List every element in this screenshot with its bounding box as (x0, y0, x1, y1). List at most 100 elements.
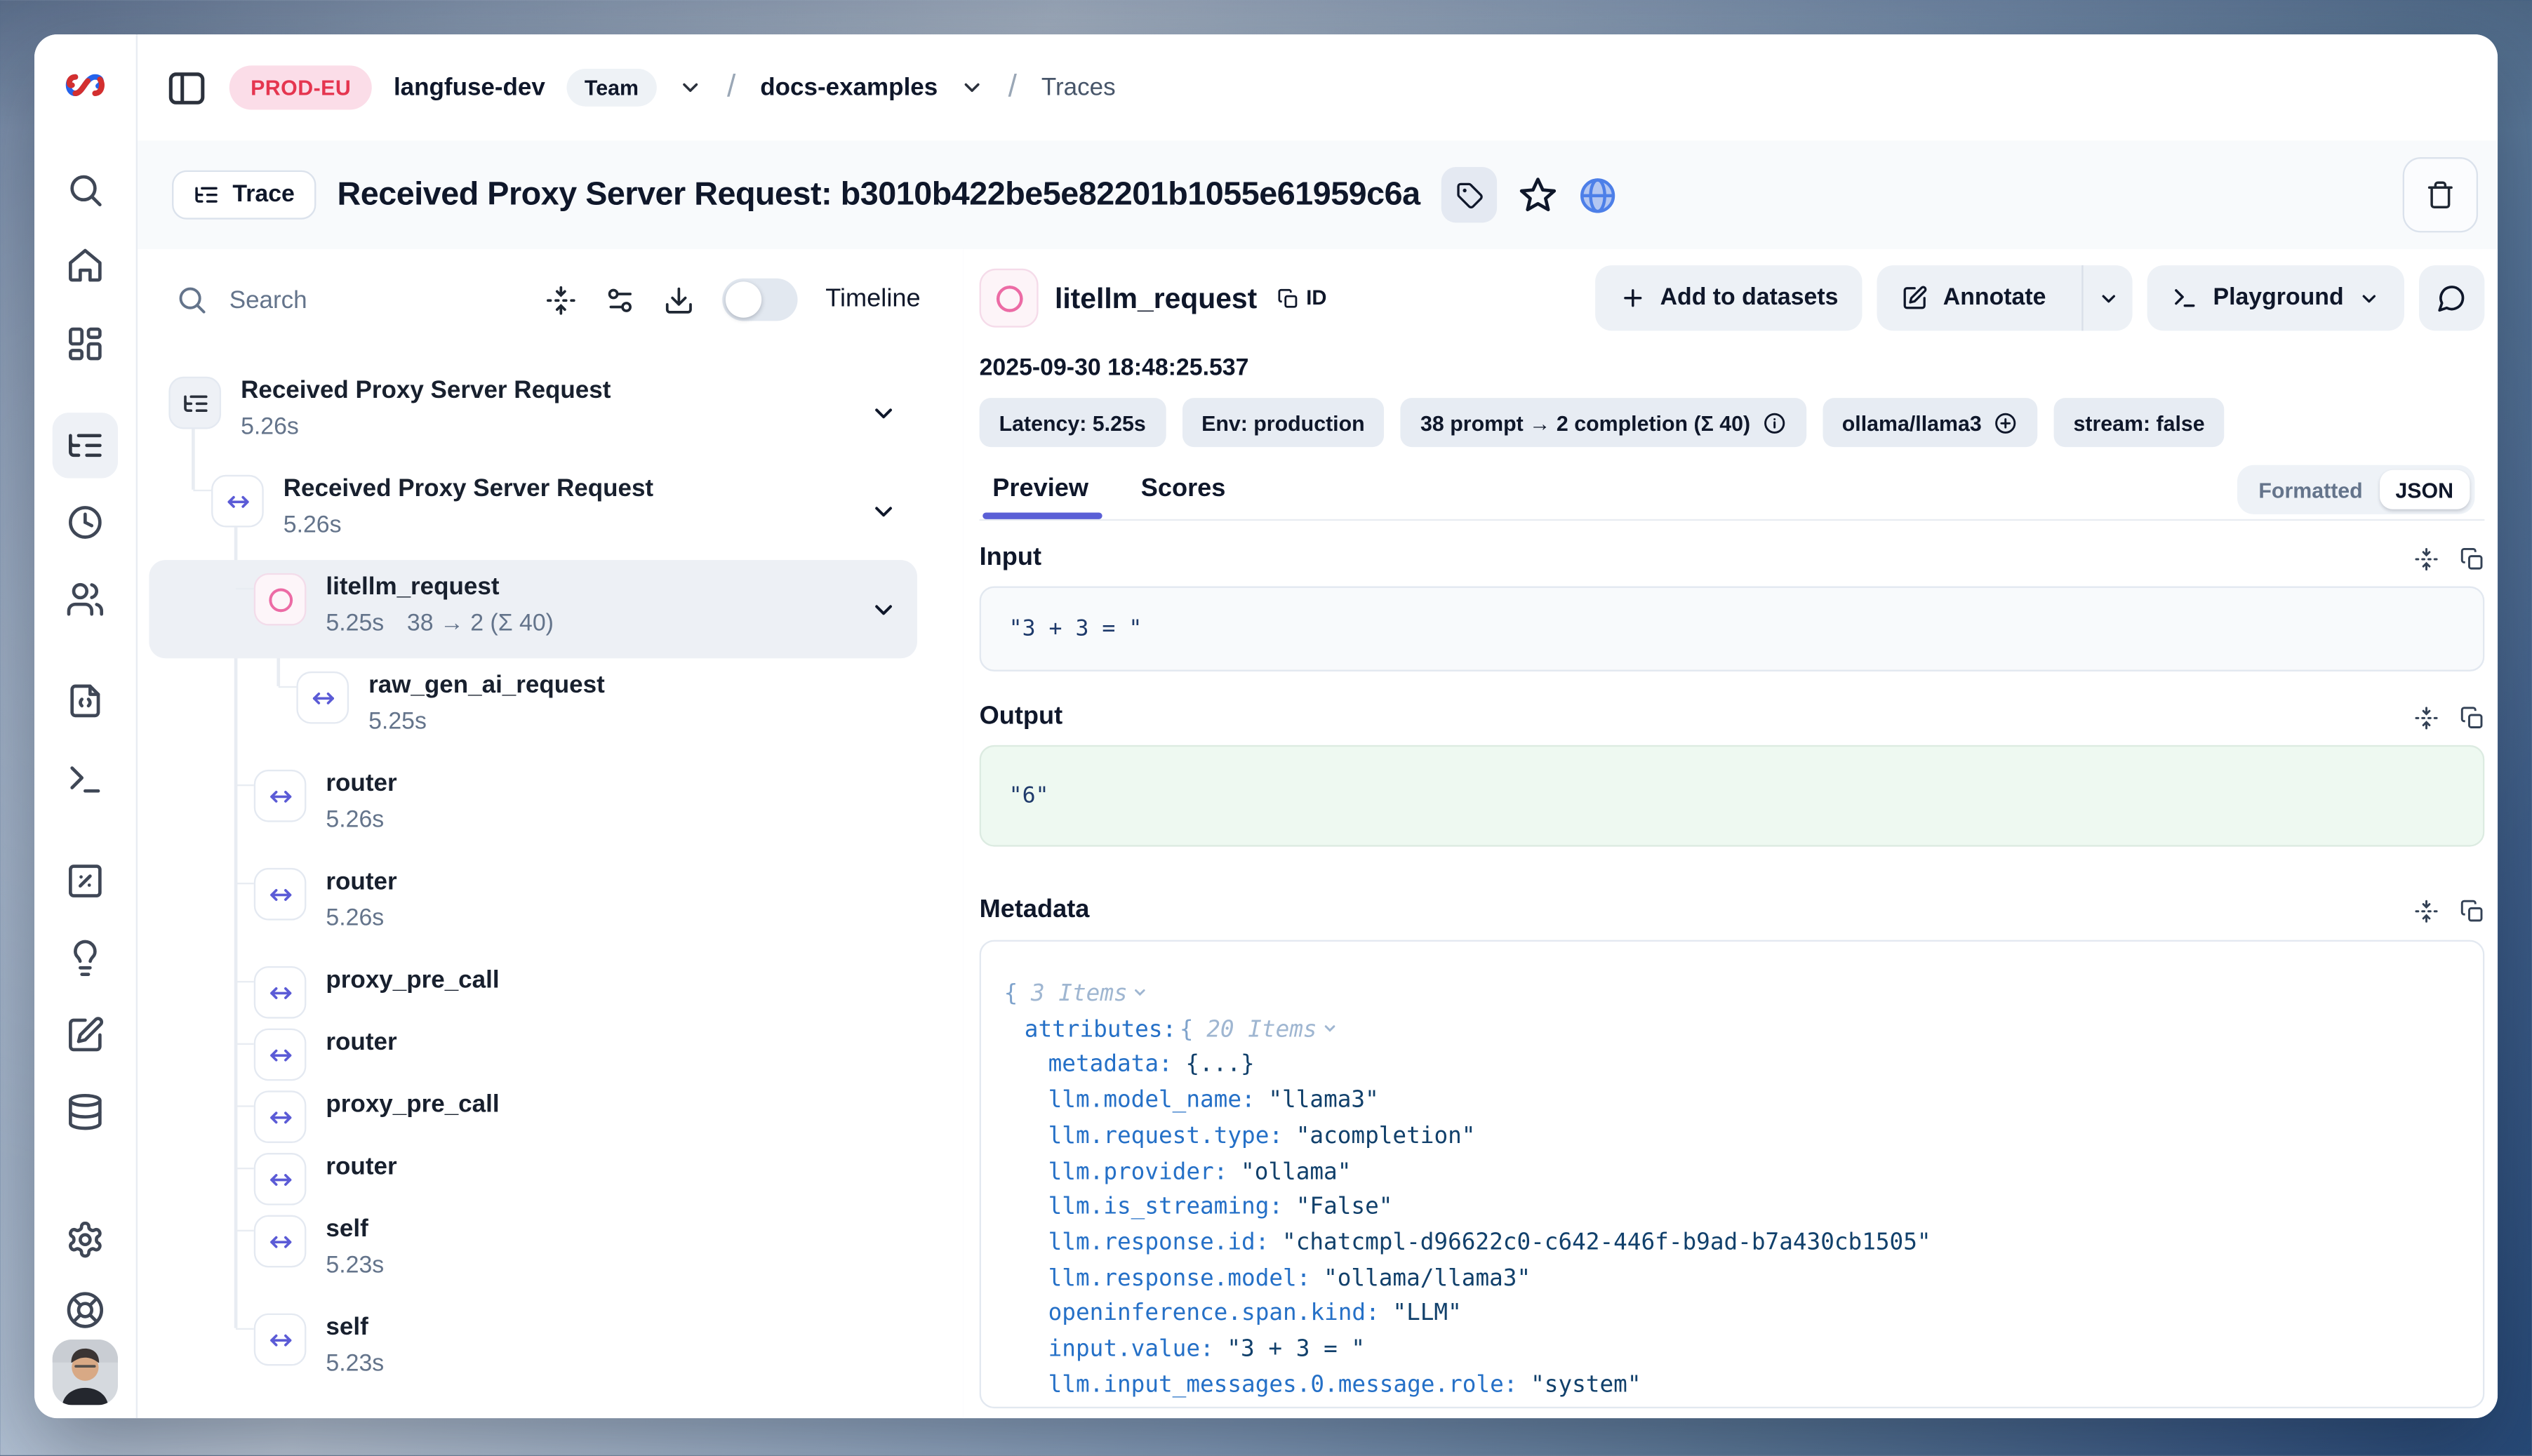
project-name[interactable]: docs-examples (760, 74, 938, 102)
project-switcher-chevron-icon[interactable] (959, 75, 984, 100)
timeline-label: Timeline (825, 285, 920, 314)
chevron-down-icon[interactable] (869, 497, 898, 526)
tree-row-span[interactable]: router5.26s (149, 855, 917, 953)
app-window: PROD-EU langfuse-dev Team / docs-example… (34, 34, 2498, 1418)
tree-row-duration: 5.23s (326, 1248, 384, 1283)
collapse-all-button[interactable] (545, 284, 576, 315)
tab-scores[interactable]: Scores (1141, 460, 1226, 519)
breadcrumb-section[interactable]: Traces (1041, 74, 1116, 102)
tree-row-title: self (326, 1314, 368, 1342)
copy-icon (1277, 288, 1298, 309)
copy-icon[interactable] (2460, 705, 2484, 730)
settings-nav-icon[interactable] (65, 1220, 105, 1260)
annotate-button[interactable]: Annotate (1877, 265, 2067, 330)
comments-button[interactable] (2419, 265, 2484, 330)
lightbulb-nav-icon[interactable] (65, 938, 105, 977)
annotate-split-button: Annotate (1877, 265, 2133, 330)
playground-button[interactable]: Playground (2147, 265, 2404, 330)
tree-row-span[interactable]: router5.26s (149, 756, 917, 855)
chevron-down-icon (2098, 288, 2119, 309)
org-switcher-chevron-icon[interactable] (678, 75, 702, 100)
delete-trace-button[interactable] (2403, 157, 2478, 232)
fold-vertical-icon[interactable] (2414, 898, 2439, 923)
tab-preview[interactable]: Preview (992, 460, 1088, 519)
model-badge[interactable]: ollama/llama3 (1823, 398, 2037, 447)
tracing-nav-icon-active[interactable] (53, 413, 118, 478)
input-value: "3 + 3 = " (980, 587, 2485, 672)
chevron-down-icon[interactable] (869, 399, 898, 427)
annotate-dropdown-button[interactable] (2082, 265, 2133, 330)
star-icon (1519, 175, 1558, 215)
tree-row-span[interactable]: router (149, 1015, 917, 1078)
message-bubble-icon (2437, 283, 2467, 313)
observation-timestamp: 2025-09-30 18:48:25.537 (980, 355, 2485, 381)
tree-row-generation-selected[interactable]: litellm_request5.25s38 → 2 (Σ 40) (149, 560, 917, 658)
breadcrumb-separator: / (727, 69, 735, 105)
playground-nav-icon[interactable] (65, 760, 105, 799)
langfuse-logo-icon (60, 60, 109, 109)
public-share-globe-icon[interactable] (1579, 176, 1617, 214)
tags-button[interactable] (1441, 167, 1497, 222)
json-line: llm.provider:"ollama" (1001, 1156, 2463, 1191)
prompts-nav-icon[interactable] (65, 681, 105, 721)
detail-header: litellm_request ID Add to datasets (963, 249, 2498, 521)
breadcrumb-separator: / (1008, 69, 1017, 105)
org-name[interactable]: langfuse-dev (394, 74, 545, 102)
dashboard-nav-icon[interactable] (65, 324, 105, 363)
json-line[interactable]: metadata:{...} (1001, 1049, 2463, 1085)
json-line: input.value:"3 + 3 = " (1001, 1333, 2463, 1369)
home-nav-icon[interactable] (65, 246, 105, 285)
copy-icon[interactable] (2460, 546, 2484, 570)
json-line[interactable]: attributes:{20 Items (1001, 1013, 2463, 1049)
users-nav-icon[interactable] (65, 580, 105, 619)
tree-row-title: router (326, 770, 397, 798)
copy-id-button[interactable]: ID (1277, 286, 1326, 309)
search-nav-icon[interactable] (65, 171, 105, 210)
json-line: llm.request.type:"acompletion" (1001, 1120, 2463, 1156)
json-line: openinference.span.kind:"LLM" (1001, 1297, 2463, 1333)
copy-icon[interactable] (2460, 898, 2484, 923)
tree-row-span[interactable]: proxy_pre_call (149, 953, 917, 1015)
annotate-nav-icon[interactable] (65, 1015, 105, 1055)
evaluation-nav-icon[interactable] (65, 862, 105, 901)
add-to-datasets-button[interactable]: Add to datasets (1594, 265, 1863, 330)
view-json-option[interactable]: JSON (2379, 470, 2470, 509)
token-usage-badge: 38 prompt → 2 completion (Σ 40) (1401, 398, 1806, 447)
support-nav-icon[interactable] (65, 1290, 105, 1330)
span-icon (254, 1314, 307, 1366)
output-label: Output (980, 702, 1063, 732)
tree-row-title: raw_gen_ai_request (368, 672, 605, 700)
trace-type-label: Trace (232, 182, 294, 208)
json-line: llm.response.id:"chatcmpl-d96622c0-c642-… (1001, 1227, 2463, 1262)
json-line: llm.model_name:"llama3" (1001, 1084, 2463, 1120)
download-button[interactable] (663, 284, 694, 315)
tree-row-span[interactable]: proxy_pre_call (149, 1078, 917, 1140)
id-label: ID (1306, 286, 1326, 309)
fold-vertical-icon[interactable] (2414, 705, 2439, 730)
fold-vertical-icon[interactable] (2414, 546, 2439, 570)
tree-row-trace-root[interactable]: Received Proxy Server Request5.26s (149, 363, 917, 462)
datasets-nav-icon[interactable] (65, 1093, 105, 1132)
tree-row-span[interactable]: self5.23s (149, 1300, 917, 1398)
span-icon (254, 770, 307, 822)
user-avatar[interactable] (53, 1340, 118, 1405)
tree-row-span[interactable]: router (149, 1140, 917, 1202)
sessions-nav-icon[interactable] (65, 502, 105, 542)
span-icon (296, 672, 349, 724)
tree-row-span[interactable]: self5.23s (149, 1202, 917, 1300)
json-line[interactable]: {3 Items (1001, 977, 2463, 1013)
timeline-toggle[interactable] (722, 279, 797, 321)
tree-search-input[interactable]: Search (175, 283, 518, 316)
info-icon (1761, 410, 1786, 435)
environment-badge[interactable]: PROD-EU (229, 65, 373, 109)
sidebar-toggle-icon[interactable] (166, 67, 208, 109)
tree-row-span[interactable]: Received Proxy Server Request5.26s (149, 462, 917, 560)
span-icon (254, 966, 307, 1019)
terminal-icon (2172, 285, 2198, 311)
bookmark-star-button[interactable] (1519, 175, 1558, 215)
tree-settings-button[interactable] (604, 284, 635, 315)
chevron-down-icon[interactable] (869, 596, 898, 625)
tree-row-span[interactable]: raw_gen_ai_request5.25s (149, 658, 917, 756)
json-line: llm.response.model:"ollama/llama3" (1001, 1262, 2463, 1297)
view-formatted-option[interactable]: Formatted (2242, 470, 2379, 509)
